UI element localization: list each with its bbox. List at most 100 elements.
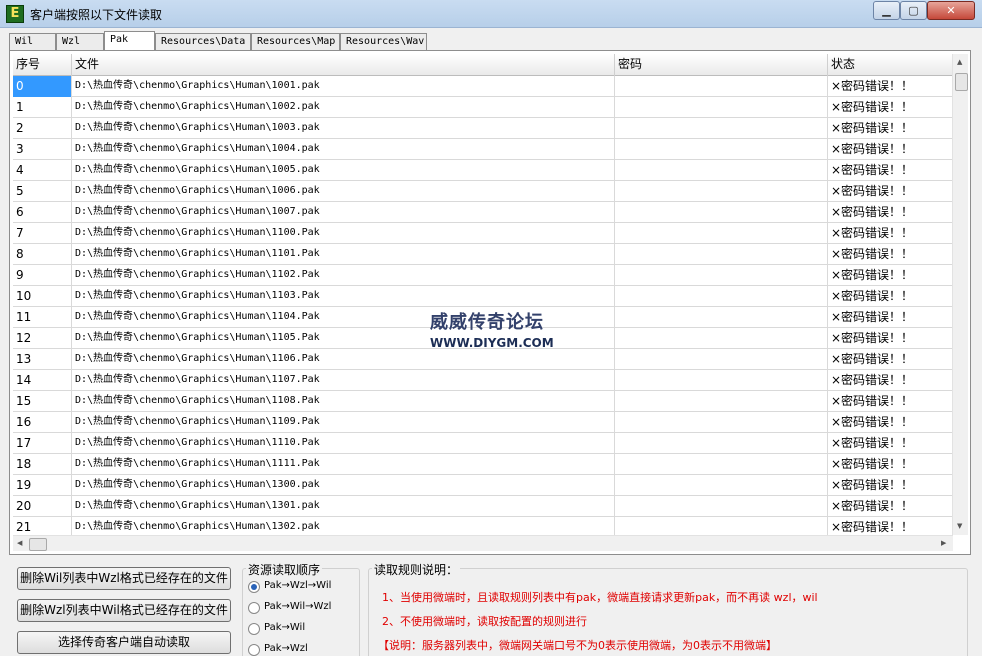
cell-file[interactable]: D:\热血传奇\chenmo\Graphics\Human\1100.Pak — [72, 223, 615, 244]
cell-index[interactable]: 7 — [13, 223, 72, 244]
table-row[interactable]: 14 D:\热血传奇\chenmo\Graphics\Human\1107.Pak… — [13, 370, 953, 391]
cell-status[interactable]: ×密码错误！！ — [828, 265, 953, 286]
table-row[interactable]: 2 D:\热血传奇\chenmo\Graphics\Human\1003.pak ×… — [13, 118, 953, 139]
cell-password[interactable] — [615, 475, 828, 496]
scroll-left-icon[interactable]: ◀ — [17, 539, 22, 547]
cell-status[interactable]: ×密码错误！！ — [828, 517, 953, 535]
cell-index[interactable]: 17 — [13, 433, 72, 454]
table-row[interactable]: 17 D:\热血传奇\chenmo\Graphics\Human\1110.Pak… — [13, 433, 953, 454]
header-password[interactable]: 密码 — [615, 54, 828, 76]
vertical-scrollbar[interactable]: ▲ ▼ — [952, 54, 968, 535]
cell-status[interactable]: ×密码错误！！ — [828, 496, 953, 517]
cell-file[interactable]: D:\热血传奇\chenmo\Graphics\Human\1007.pak — [72, 202, 615, 223]
minimize-button[interactable]: ▁ — [873, 1, 900, 20]
table-row[interactable]: 19 D:\热血传奇\chenmo\Graphics\Human\1300.pak… — [13, 475, 953, 496]
cell-status[interactable]: ×密码错误！！ — [828, 475, 953, 496]
cell-file[interactable]: D:\热血传奇\chenmo\Graphics\Human\1107.Pak — [72, 370, 615, 391]
cell-index[interactable]: 9 — [13, 265, 72, 286]
cell-password[interactable] — [615, 76, 828, 97]
table-row[interactable]: 7 D:\热血传奇\chenmo\Graphics\Human\1100.Pak ×… — [13, 223, 953, 244]
scroll-up-icon[interactable]: ▲ — [957, 58, 962, 66]
cell-status[interactable]: ×密码错误！！ — [828, 223, 953, 244]
cell-status[interactable]: ×密码错误！！ — [828, 286, 953, 307]
table-row[interactable]: 5 D:\热血传奇\chenmo\Graphics\Human\1006.pak ×… — [13, 181, 953, 202]
cell-index[interactable]: 11 — [13, 307, 72, 328]
cell-file[interactable]: D:\热血传奇\chenmo\Graphics\Human\1108.Pak — [72, 391, 615, 412]
table-row[interactable]: 0 D:\热血传奇\chenmo\Graphics\Human\1001.pak ×… — [13, 76, 953, 97]
select-client-button[interactable]: 选择传奇客户端自动读取 — [17, 631, 231, 654]
cell-password[interactable] — [615, 202, 828, 223]
cell-password[interactable] — [615, 370, 828, 391]
cell-password[interactable] — [615, 496, 828, 517]
cell-status[interactable]: ×密码错误！！ — [828, 139, 953, 160]
cell-password[interactable] — [615, 286, 828, 307]
cell-status[interactable]: ×密码错误！！ — [828, 349, 953, 370]
cell-file[interactable]: D:\热血传奇\chenmo\Graphics\Human\1003.pak — [72, 118, 615, 139]
cell-index[interactable]: 20 — [13, 496, 72, 517]
tab-resources-map[interactable]: Resources\Map — [251, 33, 340, 51]
cell-password[interactable] — [615, 349, 828, 370]
cell-file[interactable]: D:\热血传奇\chenmo\Graphics\Human\1006.pak — [72, 181, 615, 202]
cell-index[interactable]: 0 — [13, 76, 72, 97]
cell-status[interactable]: ×密码错误！！ — [828, 202, 953, 223]
tab-pak[interactable]: Pak — [104, 31, 155, 52]
cell-status[interactable]: ×密码错误！！ — [828, 454, 953, 475]
cell-password[interactable] — [615, 328, 828, 349]
table-row[interactable]: 20 D:\热血传奇\chenmo\Graphics\Human\1301.pak… — [13, 496, 953, 517]
cell-index[interactable]: 1 — [13, 97, 72, 118]
scroll-down-icon[interactable]: ▼ — [957, 522, 962, 530]
cell-file[interactable]: D:\热血传奇\chenmo\Graphics\Human\1301.pak — [72, 496, 615, 517]
table-row[interactable]: 3 D:\热血传奇\chenmo\Graphics\Human\1004.pak ×… — [13, 139, 953, 160]
cell-index[interactable]: 13 — [13, 349, 72, 370]
cell-password[interactable] — [615, 307, 828, 328]
cell-status[interactable]: ×密码错误！！ — [828, 181, 953, 202]
cell-password[interactable] — [615, 244, 828, 265]
cell-file[interactable]: D:\热血传奇\chenmo\Graphics\Human\1111.Pak — [72, 454, 615, 475]
delete-wzl-dup-button[interactable]: 删除Wzl列表中Wil格式已经存在的文件 — [17, 599, 231, 622]
table-row[interactable]: 4 D:\热血传奇\chenmo\Graphics\Human\1005.pak ×… — [13, 160, 953, 181]
cell-status[interactable]: ×密码错误！！ — [828, 391, 953, 412]
cell-password[interactable] — [615, 517, 828, 535]
cell-file[interactable]: D:\热血传奇\chenmo\Graphics\Human\1101.Pak — [72, 244, 615, 265]
cell-password[interactable] — [615, 118, 828, 139]
cell-index[interactable]: 4 — [13, 160, 72, 181]
horizontal-scrollbar[interactable]: ◀ ▶ — [13, 535, 953, 551]
cell-password[interactable] — [615, 412, 828, 433]
maximize-button[interactable]: ▢ — [900, 1, 927, 20]
cell-status[interactable]: ×密码错误！！ — [828, 412, 953, 433]
cell-password[interactable] — [615, 97, 828, 118]
cell-file[interactable]: D:\热血传奇\chenmo\Graphics\Human\1005.pak — [72, 160, 615, 181]
cell-index[interactable]: 12 — [13, 328, 72, 349]
table-row[interactable]: 1 D:\热血传奇\chenmo\Graphics\Human\1002.pak ×… — [13, 97, 953, 118]
cell-password[interactable] — [615, 181, 828, 202]
cell-status[interactable]: ×密码错误！！ — [828, 433, 953, 454]
radio-icon[interactable] — [248, 602, 260, 614]
cell-password[interactable] — [615, 139, 828, 160]
cell-status[interactable]: ×密码错误！！ — [828, 328, 953, 349]
cell-file[interactable]: D:\热血传奇\chenmo\Graphics\Human\1106.Pak — [72, 349, 615, 370]
cell-status[interactable]: ×密码错误！！ — [828, 97, 953, 118]
cell-index[interactable]: 16 — [13, 412, 72, 433]
cell-file[interactable]: D:\热血传奇\chenmo\Graphics\Human\1110.Pak — [72, 433, 615, 454]
horizontal-scroll-thumb[interactable] — [29, 538, 47, 551]
cell-password[interactable] — [615, 160, 828, 181]
cell-index[interactable]: 15 — [13, 391, 72, 412]
scroll-right-icon[interactable]: ▶ — [941, 539, 946, 547]
vertical-scroll-thumb[interactable] — [955, 73, 968, 91]
cell-file[interactable]: D:\热血传奇\chenmo\Graphics\Human\1302.pak — [72, 517, 615, 535]
cell-file[interactable]: D:\热血传奇\chenmo\Graphics\Human\1102.Pak — [72, 265, 615, 286]
cell-password[interactable] — [615, 223, 828, 244]
radio-icon[interactable] — [248, 644, 260, 656]
cell-index[interactable]: 8 — [13, 244, 72, 265]
cell-index[interactable]: 6 — [13, 202, 72, 223]
tab-wil[interactable]: Wil — [9, 33, 56, 51]
cell-index[interactable]: 3 — [13, 139, 72, 160]
close-button[interactable]: ✕ — [927, 1, 975, 20]
table-row[interactable]: 13 D:\热血传奇\chenmo\Graphics\Human\1106.Pak… — [13, 349, 953, 370]
cell-status[interactable]: ×密码错误！！ — [828, 76, 953, 97]
cell-index[interactable]: 5 — [13, 181, 72, 202]
cell-index[interactable]: 10 — [13, 286, 72, 307]
table-row[interactable]: 15 D:\热血传奇\chenmo\Graphics\Human\1108.Pak… — [13, 391, 953, 412]
header-file[interactable]: 文件 — [72, 54, 615, 76]
cell-status[interactable]: ×密码错误！！ — [828, 118, 953, 139]
